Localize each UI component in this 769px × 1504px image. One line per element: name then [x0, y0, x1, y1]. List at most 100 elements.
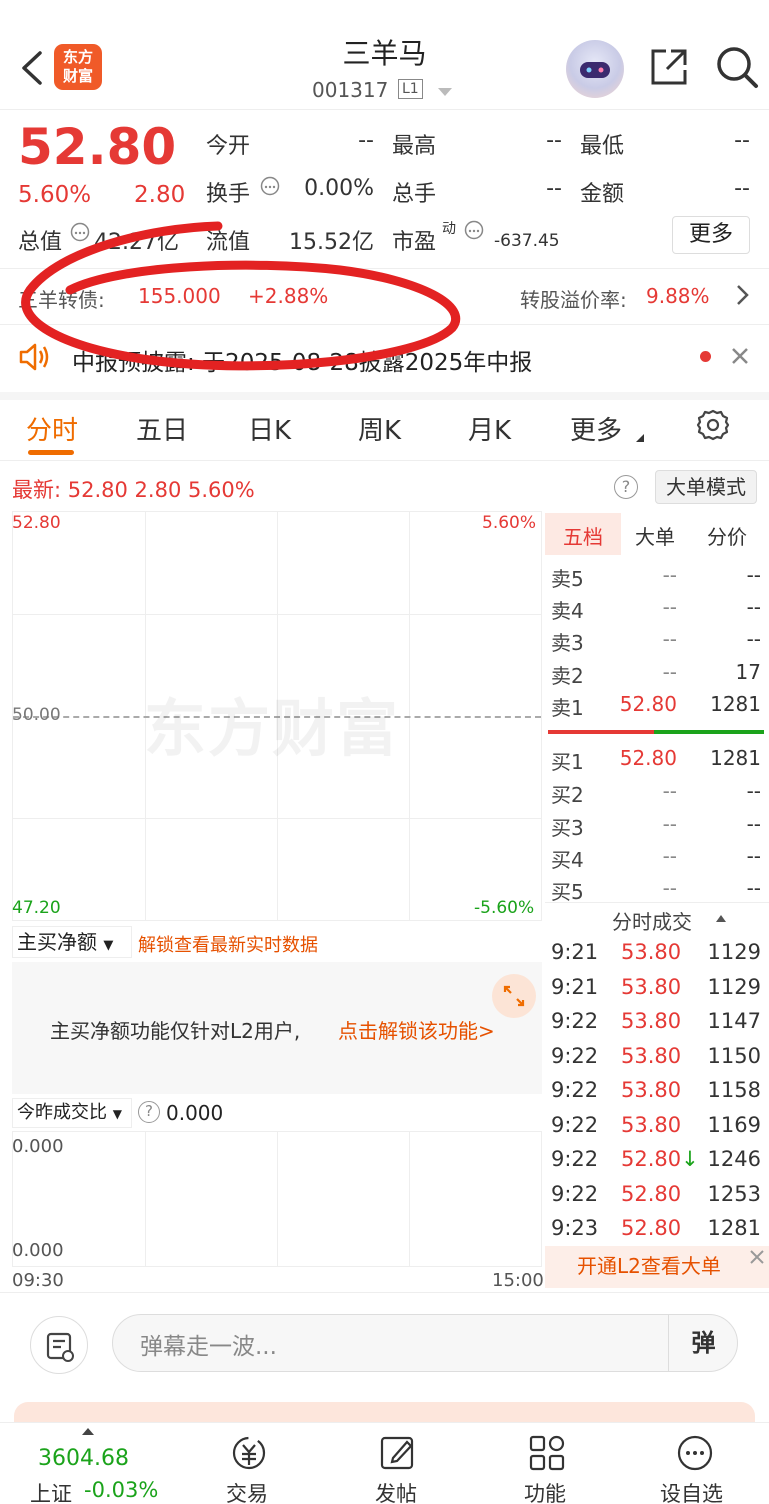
pe-value: -637.45: [494, 231, 560, 251]
tick-row: 9:21 53.80 1129: [545, 940, 765, 974]
float-value: 15.52亿: [289, 230, 374, 255]
orderbook-tabs: 五档 大单 分价: [545, 513, 769, 555]
tick-volume: 1169: [707, 1113, 761, 1137]
high-value: --: [546, 128, 562, 153]
divider: [0, 460, 769, 461]
time-axis-end: 15:00: [492, 1270, 544, 1291]
index-name[interactable]: 上证: [30, 1478, 72, 1504]
chevron-right-icon[interactable]: [732, 282, 752, 308]
ask-row: 卖3 -- --: [545, 627, 765, 657]
ask-price: --: [662, 563, 677, 587]
more-dots-icon[interactable]: [674, 1432, 716, 1474]
notice-text[interactable]: 中报预披露: 于2025-08-28披露2025年中报: [72, 343, 532, 377]
grid-line: [409, 1132, 410, 1266]
tab-big-orders[interactable]: 大单: [635, 521, 675, 550]
bid-price: --: [662, 812, 677, 836]
bid-volume: --: [746, 844, 761, 868]
divider: [0, 268, 769, 269]
pe-info-icon[interactable]: [464, 220, 484, 240]
expand-icon[interactable]: [492, 974, 536, 1018]
open-value: --: [358, 128, 374, 153]
ask-row: 卖1 52.80 1281: [545, 692, 765, 722]
tick-volume: 1281: [707, 1216, 761, 1240]
tab-intraday[interactable]: 分时: [26, 410, 78, 447]
more-button[interactable]: 更多: [672, 216, 750, 254]
tick-time: 9:23: [551, 1216, 599, 1240]
nav-add-watchlist-label[interactable]: 设自选: [660, 1478, 723, 1504]
post-icon[interactable]: [377, 1432, 419, 1474]
danmaku-toggle-button[interactable]: 弹: [668, 1314, 738, 1372]
tab-monthly-k[interactable]: 月K: [468, 410, 511, 447]
ask-price: 52.80: [619, 692, 677, 716]
danmaku-settings-icon[interactable]: [30, 1316, 88, 1374]
tick-volume: 1129: [707, 975, 761, 999]
close-icon[interactable]: [728, 344, 752, 368]
robot-avatar-icon[interactable]: [566, 40, 624, 98]
speaker-icon: [19, 343, 49, 371]
tick-price: 52.80↓: [621, 1147, 699, 1171]
turnover-info-icon[interactable]: [260, 176, 280, 196]
tab-weekly-k[interactable]: 周K: [358, 410, 401, 447]
tick-row: 9:22 53.80 1147: [545, 1009, 765, 1043]
search-icon[interactable]: [714, 44, 760, 90]
indicator-dropdown[interactable]: 主买净额 ▼: [12, 926, 132, 958]
bid-volume: --: [746, 812, 761, 836]
tab-price-distribution[interactable]: 分价: [707, 521, 747, 550]
nav-trade-label[interactable]: 交易: [226, 1478, 268, 1504]
unlock-realtime-link[interactable]: 解锁查看最新实时数据: [138, 931, 318, 957]
ratio-chart[interactable]: [12, 1131, 542, 1267]
big-order-mode-button[interactable]: 大单模式: [655, 470, 757, 504]
trade-icon[interactable]: [228, 1432, 270, 1474]
level-badge[interactable]: L1: [398, 79, 423, 99]
nav-functions-label[interactable]: 功能: [524, 1478, 566, 1504]
share-icon[interactable]: [648, 46, 690, 88]
ask-label: 卖4: [551, 599, 584, 623]
turnover-label: 换手: [206, 182, 251, 207]
ratio-dropdown[interactable]: 今昨成交比 ▼: [12, 1098, 132, 1128]
l2-upgrade-banner[interactable]: 开通L2查看大单: [545, 1246, 769, 1288]
tick-volume: 1129: [707, 940, 761, 964]
bond-change: +2.88%: [248, 284, 329, 308]
divider: [545, 902, 769, 903]
collapse-icon[interactable]: [716, 915, 726, 922]
close-icon[interactable]: [748, 1248, 766, 1266]
float-label: 流值: [206, 230, 251, 255]
ask-label: 卖3: [551, 631, 584, 655]
index-change: -0.03%: [84, 1478, 159, 1502]
tick-time: 9:22: [551, 1078, 599, 1102]
ask-volume: --: [746, 563, 761, 587]
functions-icon[interactable]: [526, 1432, 568, 1474]
tab-more[interactable]: 更多: [570, 410, 622, 447]
notice-unread-dot: [700, 351, 711, 362]
expand-up-icon[interactable]: [82, 1428, 94, 1435]
tab-daily-k[interactable]: 日K: [248, 410, 291, 447]
unlock-feature-link[interactable]: 点击解锁该功能>: [338, 1015, 495, 1044]
tick-volume: 1246: [707, 1147, 761, 1171]
volume-value: --: [546, 176, 562, 201]
bond-label[interactable]: 三羊转债:: [18, 284, 105, 313]
level-dropdown-icon[interactable]: [438, 88, 452, 96]
y-axis-top-label: 52.80: [12, 513, 61, 533]
tick-row: 9:22 53.80 1158: [545, 1078, 765, 1112]
index-value[interactable]: 3604.68: [38, 1446, 129, 1471]
ask-row: 卖4 -- --: [545, 595, 765, 625]
help-icon[interactable]: ?: [614, 475, 638, 499]
tab-five-day[interactable]: 五日: [136, 410, 188, 447]
ratio-axis-top: 0.000: [12, 1136, 64, 1157]
tab-five-levels[interactable]: 五档: [563, 521, 603, 550]
more-tab-corner-icon: [636, 434, 644, 442]
pct-axis-top-label: 5.60%: [482, 513, 537, 533]
mktcap-info-icon[interactable]: [70, 222, 90, 242]
ask-row: 卖2 -- 17: [545, 660, 765, 690]
watermark: 东方财富: [144, 692, 401, 765]
gear-icon[interactable]: [696, 408, 730, 442]
tick-price: 53.80: [621, 940, 682, 964]
nav-post-label[interactable]: 发帖: [375, 1478, 417, 1504]
turnover-value: 0.00%: [304, 176, 374, 201]
tick-trades-title[interactable]: 分时成交: [612, 906, 692, 935]
tick-price: 53.80: [621, 1113, 682, 1137]
help-icon[interactable]: ?: [138, 1101, 160, 1123]
premium-value: 9.88%: [646, 284, 710, 308]
tick-price: 53.80: [621, 1009, 682, 1033]
bid-row: 买4 -- --: [545, 844, 765, 874]
